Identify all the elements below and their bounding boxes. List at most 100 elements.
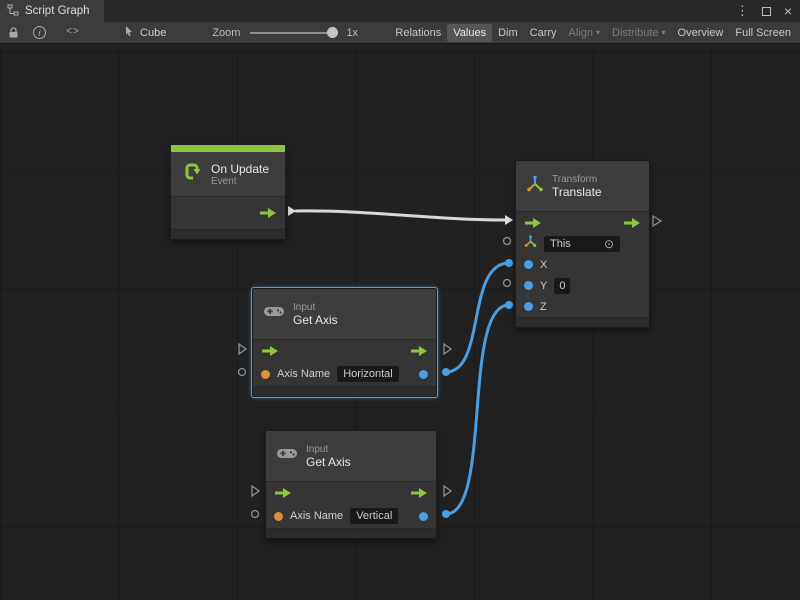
node-on-update[interactable]: On Update Event	[170, 144, 286, 240]
string-port-dot[interactable]	[261, 370, 270, 379]
node-get-axis-horizontal[interactable]: Input Get Axis Axis Name Horizontal	[252, 288, 437, 397]
node-ports: Axis Name Horizontal	[253, 339, 436, 386]
node-subtitle: Transform	[552, 174, 602, 185]
node-ports: This ⊙ X Y 0 Z	[516, 211, 649, 317]
flow-input-port-translate[interactable]	[505, 215, 513, 225]
flow-arrow-icon[interactable]	[623, 217, 641, 229]
node-header: On Update Event	[171, 152, 285, 196]
value-port-dot[interactable]	[524, 281, 533, 290]
axis-gizmo-icon	[524, 235, 537, 253]
loop-arrow-icon	[181, 161, 203, 188]
value-port-dot[interactable]	[419, 512, 428, 521]
value-input-port-axisname-h[interactable]	[239, 369, 246, 376]
value-input-port-x[interactable]	[505, 259, 513, 267]
carry-button[interactable]: Carry	[524, 24, 563, 42]
dim-button[interactable]: Dim	[492, 24, 524, 42]
target-object-value: This	[550, 237, 571, 251]
value-wire-vertical-z[interactable]	[446, 305, 509, 514]
distribute-button[interactable]: Distribute ▾	[606, 24, 671, 42]
zoom-track	[250, 32, 338, 34]
flow-output-port-translate[interactable]	[653, 216, 661, 226]
flow-ports-row	[516, 212, 649, 233]
graph-toolbar: i <> Cube Zoom 1x Relations Values Dim C…	[0, 22, 800, 44]
node-footer	[516, 317, 649, 327]
target-object-field[interactable]: This ⊙	[544, 236, 620, 252]
zoom-handle[interactable]	[327, 27, 338, 38]
align-button[interactable]: Align ▾	[563, 24, 606, 42]
x-port-row: X	[516, 254, 649, 275]
info-icon[interactable]: i	[33, 26, 46, 39]
zoom-value: 1x	[346, 27, 358, 39]
value-output-port-getaxis-v[interactable]	[442, 510, 450, 518]
flow-arrow-icon[interactable]	[410, 487, 428, 499]
node-title: Get Axis	[306, 455, 351, 469]
close-icon[interactable]: ×	[784, 5, 792, 17]
flow-arrow-icon[interactable]	[259, 207, 277, 219]
value-port-dot[interactable]	[524, 302, 533, 311]
object-picker-icon[interactable]: ⊙	[604, 239, 614, 249]
axis-name-row: Axis Name Vertical	[266, 504, 436, 528]
overview-button[interactable]: Overview	[672, 24, 730, 42]
flow-output-row	[171, 197, 285, 229]
node-header: Input Get Axis	[253, 289, 436, 339]
zoom-slider[interactable]	[250, 27, 338, 39]
value-port-dot[interactable]	[524, 260, 533, 269]
script-graph-icon	[7, 4, 19, 19]
flow-output-port-getaxis-h[interactable]	[444, 344, 451, 354]
flow-arrow-icon[interactable]	[524, 217, 542, 229]
gamepad-icon	[276, 447, 298, 465]
node-footer	[253, 386, 436, 396]
value-input-port-y[interactable]	[504, 280, 511, 287]
y-value-field[interactable]: 0	[554, 278, 570, 294]
relations-button[interactable]: Relations	[389, 24, 447, 42]
value-output-port-getaxis-h[interactable]	[442, 368, 450, 376]
code-icon[interactable]: <>	[66, 27, 80, 38]
tab-script-graph[interactable]: Script Graph	[0, 0, 104, 22]
gamepad-icon	[263, 305, 285, 323]
flow-input-port-getaxis-v[interactable]	[252, 486, 259, 496]
window-menu-icon[interactable]: ⋮	[736, 6, 749, 16]
node-get-axis-vertical[interactable]: Input Get Axis Axis Name Vertical	[265, 430, 437, 539]
graph-target[interactable]: Cube	[124, 25, 166, 40]
flow-input-port-getaxis-h[interactable]	[239, 344, 246, 354]
node-subtitle: Input	[293, 302, 338, 313]
node-subtitle: Input	[306, 444, 351, 455]
flow-arrow-icon[interactable]	[274, 487, 292, 499]
fullscreen-button[interactable]: Full Screen	[729, 24, 797, 42]
axis-name-row: Axis Name Horizontal	[253, 362, 436, 386]
lock-icon[interactable]	[8, 27, 19, 39]
window-titlebar: Script Graph ⋮ ×	[0, 0, 800, 22]
pointer-icon	[124, 25, 134, 40]
maximize-icon[interactable]	[762, 7, 771, 16]
axis-name-label: Axis Name	[277, 368, 330, 380]
port-label-z: Z	[540, 301, 547, 313]
chevron-down-icon: ▾	[596, 28, 600, 37]
distribute-label: Distribute	[612, 27, 658, 39]
flow-wire-onupdate-translate[interactable]	[296, 211, 505, 220]
node-footer	[266, 528, 436, 538]
tab-title: Script Graph	[25, 5, 90, 17]
node-translate[interactable]: Transform Translate	[515, 160, 650, 328]
value-input-port-axisname-v[interactable]	[252, 511, 259, 518]
port-label-x: X	[540, 259, 547, 271]
value-input-port-this[interactable]	[504, 238, 511, 245]
flow-output-port-onupdate[interactable]	[288, 206, 296, 216]
values-button[interactable]: Values	[447, 24, 492, 42]
axis-name-label: Axis Name	[290, 510, 343, 522]
chevron-down-icon: ▾	[662, 28, 666, 37]
flow-arrow-icon[interactable]	[261, 345, 279, 357]
value-input-port-z[interactable]	[505, 301, 513, 309]
flow-arrow-icon[interactable]	[410, 345, 428, 357]
flow-output-port-getaxis-v[interactable]	[444, 486, 451, 496]
axis-name-field[interactable]: Vertical	[350, 508, 398, 524]
graph-canvas[interactable]: On Update Event Transform	[0, 44, 800, 600]
y-port-row: Y 0	[516, 275, 649, 296]
value-port-dot[interactable]	[419, 370, 428, 379]
value-wire-horizontal-x[interactable]	[446, 263, 509, 372]
node-title: Get Axis	[293, 313, 338, 327]
axis-name-field[interactable]: Horizontal	[337, 366, 399, 382]
target-name: Cube	[140, 27, 166, 39]
string-port-dot[interactable]	[274, 512, 283, 521]
node-title: Translate	[552, 185, 602, 199]
node-title: On Update	[211, 162, 269, 176]
